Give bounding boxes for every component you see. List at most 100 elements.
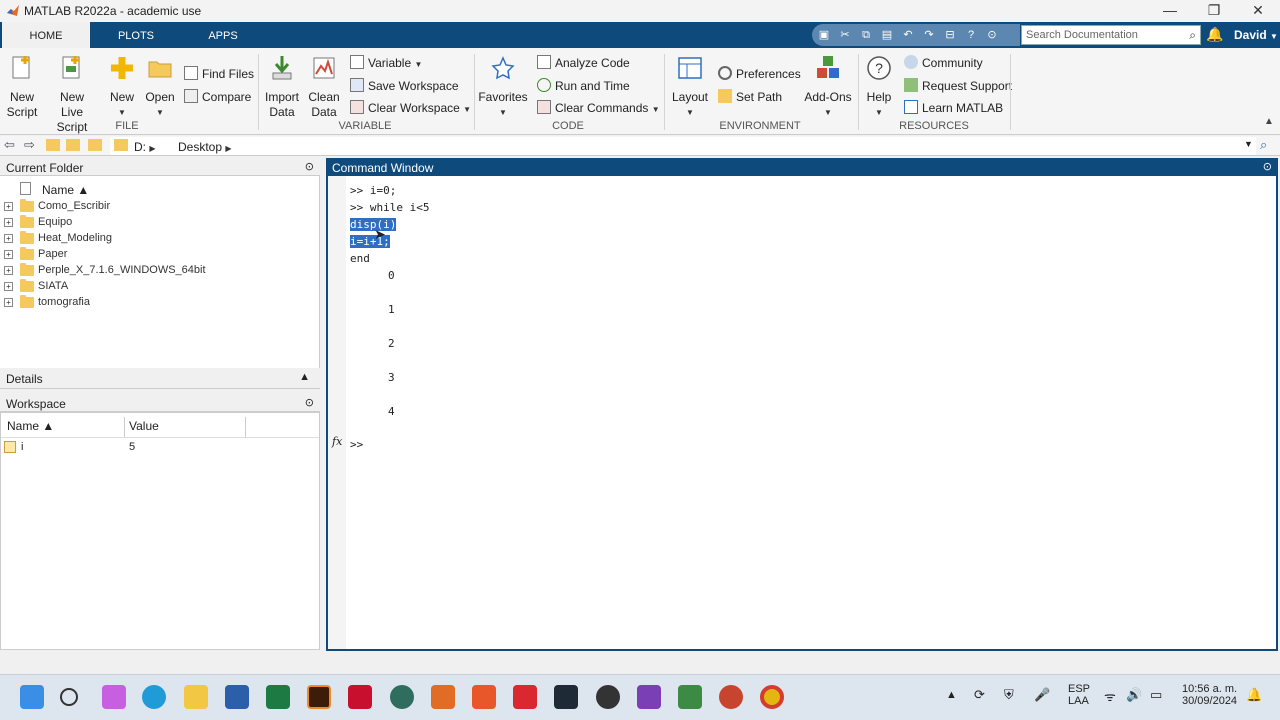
edge-browser-icon[interactable] bbox=[142, 685, 166, 709]
language-indicator[interactable]: ESP LAA bbox=[1068, 683, 1090, 707]
file-explorer-icon[interactable] bbox=[184, 685, 208, 709]
chrome-icon[interactable] bbox=[760, 685, 784, 709]
up-folder-icon[interactable] bbox=[46, 139, 60, 151]
workspace-header[interactable]: Workspace ⊙ bbox=[0, 394, 320, 412]
save-workspace-button[interactable]: Save Workspace bbox=[350, 78, 459, 93]
request-support-button[interactable]: Request Support bbox=[904, 78, 1012, 93]
open-button[interactable]: Open ▼ bbox=[144, 52, 176, 120]
community-button[interactable]: Community bbox=[904, 55, 983, 70]
learn-matlab-button[interactable]: Learn MATLAB bbox=[904, 100, 1003, 115]
expand-icon[interactable]: + bbox=[4, 250, 13, 259]
path-dropdown-icon[interactable]: ▼ bbox=[1244, 139, 1253, 149]
clean-data-button[interactable]: Clean Data bbox=[306, 52, 342, 120]
find-files-button[interactable]: Find Files bbox=[184, 66, 254, 81]
tab-plots[interactable]: PLOTS bbox=[92, 22, 180, 48]
back-arrow-icon[interactable]: ⇦ bbox=[4, 137, 15, 153]
close-button[interactable]: ✕ bbox=[1236, 0, 1280, 22]
browse-folder-icon[interactable] bbox=[66, 139, 80, 151]
app-icon[interactable] bbox=[472, 685, 496, 709]
command-window-header[interactable]: Command Window ⊙ bbox=[326, 158, 1278, 176]
search-path-icon[interactable]: ⌕ bbox=[1260, 137, 1267, 153]
globe-app-icon[interactable] bbox=[390, 685, 414, 709]
expand-icon[interactable]: + bbox=[4, 234, 13, 243]
favorites-button[interactable]: Favorites ▼ bbox=[478, 52, 528, 120]
shield-icon[interactable]: ⛨ bbox=[1004, 687, 1014, 703]
collapse-ribbon-icon[interactable]: ▲ bbox=[1264, 116, 1274, 127]
current-folder-column-header[interactable]: Name ▲ bbox=[0, 179, 320, 197]
tab-home[interactable]: HOME bbox=[2, 22, 90, 48]
panel-menu-icon[interactable]: ⊙ bbox=[305, 160, 314, 173]
folder-item[interactable]: + tomografia bbox=[0, 295, 300, 311]
folder-item[interactable]: + Heat_Modeling bbox=[0, 231, 300, 247]
tab-apps[interactable]: APPS bbox=[180, 22, 266, 48]
path-field[interactable]: D: ▶ Desktop ▶ bbox=[110, 137, 1256, 155]
switch-windows-icon[interactable]: ⊟ bbox=[941, 27, 959, 43]
add-ons-button[interactable]: Add-Ons ▼ bbox=[802, 52, 854, 120]
command-window[interactable]: >> i=0; >> while i<5 disp(i) i=i+1; end … bbox=[326, 176, 1278, 651]
battery-icon[interactable]: ▭ bbox=[1150, 687, 1162, 703]
workspace-name-column[interactable]: Name ▲ bbox=[7, 419, 54, 433]
save-icon[interactable]: ▣ bbox=[815, 27, 833, 43]
search-folder-icon[interactable] bbox=[88, 139, 102, 151]
user-account-menu[interactable]: David ▼ bbox=[1234, 28, 1278, 42]
expand-icon[interactable]: + bbox=[4, 202, 13, 211]
illustrator-icon[interactable] bbox=[307, 685, 331, 709]
search-icon[interactable]: ⌕ bbox=[1189, 28, 1196, 43]
folder-item[interactable]: + Paper bbox=[0, 247, 300, 263]
copy-icon[interactable]: ⧉ bbox=[857, 27, 875, 43]
run-and-time-button[interactable]: Run and Time bbox=[537, 78, 630, 93]
panel-menu-icon[interactable]: ⊙ bbox=[1263, 160, 1272, 173]
workspace-value-column[interactable]: Value bbox=[129, 419, 159, 433]
new-script-button[interactable]: New Script bbox=[4, 52, 40, 120]
matlab-taskbar-icon[interactable] bbox=[431, 685, 455, 709]
expand-icon[interactable]: + bbox=[4, 266, 13, 275]
expand-icon[interactable]: + bbox=[4, 298, 13, 307]
folder-item[interactable]: + Equipo bbox=[0, 215, 300, 231]
notifications-icon[interactable]: 🔔 bbox=[1246, 687, 1262, 703]
workspace-row[interactable]: i 5 bbox=[1, 439, 319, 455]
help-button[interactable]: ? Help ▼ bbox=[862, 52, 896, 120]
search-icon[interactable] bbox=[60, 688, 78, 706]
expand-icon[interactable]: + bbox=[4, 218, 13, 227]
wifi-icon[interactable]: ᯤ bbox=[1104, 687, 1116, 705]
panel-menu-icon[interactable]: ⊙ bbox=[305, 396, 314, 409]
analyze-code-button[interactable]: Analyze Code bbox=[537, 55, 630, 70]
microphone-icon[interactable]: 🎤 bbox=[1034, 687, 1050, 703]
clipchamp-icon[interactable] bbox=[637, 685, 661, 709]
folder-item[interactable]: + Como_Escribir bbox=[0, 199, 300, 215]
clear-workspace-button[interactable]: Clear Workspace ▼ bbox=[350, 100, 471, 115]
preferences-button[interactable]: Preferences bbox=[718, 66, 801, 81]
undo-icon[interactable]: ↶ bbox=[899, 27, 917, 43]
breadcrumb-drive[interactable]: D: ▶ bbox=[134, 140, 156, 154]
volume-icon[interactable]: 🔊 bbox=[1126, 687, 1142, 703]
inkscape-icon[interactable] bbox=[554, 685, 578, 709]
windows-start-icon[interactable] bbox=[20, 685, 44, 709]
copilot-icon[interactable] bbox=[102, 685, 126, 709]
details-header[interactable]: Details ▲ bbox=[0, 369, 320, 389]
breadcrumb-desktop[interactable]: Desktop ▶ bbox=[178, 140, 232, 154]
bell-icon[interactable]: 🔔 bbox=[1206, 26, 1223, 43]
layout-button[interactable]: Layout ▼ bbox=[670, 52, 710, 120]
obs-icon[interactable] bbox=[596, 685, 620, 709]
show-hidden-icons[interactable]: ▲ bbox=[946, 689, 957, 701]
mendeley-icon[interactable] bbox=[348, 685, 372, 709]
folder-item[interactable]: + SIATA bbox=[0, 279, 300, 295]
cut-icon[interactable]: ✂ bbox=[836, 27, 854, 43]
function-browser-icon[interactable]: fx bbox=[332, 435, 342, 448]
import-data-button[interactable]: Import Data bbox=[262, 52, 302, 120]
excel-icon[interactable] bbox=[266, 685, 290, 709]
compare-button[interactable]: Compare bbox=[184, 89, 251, 104]
minimize-button[interactable]: — bbox=[1148, 0, 1192, 22]
sync-icon[interactable]: ⟳ bbox=[974, 687, 985, 703]
command-prompt[interactable]: >> bbox=[350, 438, 363, 451]
recorder-icon[interactable] bbox=[719, 685, 743, 709]
anydesk-icon[interactable] bbox=[513, 685, 537, 709]
collapse-icon[interactable]: ▲ bbox=[299, 371, 310, 383]
expand-icon[interactable]: + bbox=[4, 282, 13, 291]
variable-button[interactable]: Variable ▼ bbox=[350, 55, 422, 70]
options-icon[interactable]: ⊙ bbox=[983, 27, 1001, 43]
clock[interactable]: 10:56 a. m. 30/09/2024 bbox=[1182, 683, 1237, 707]
word-icon[interactable] bbox=[225, 685, 249, 709]
clear-commands-button[interactable]: Clear Commands ▼ bbox=[537, 100, 660, 115]
set-path-button[interactable]: Set Path bbox=[718, 89, 782, 104]
